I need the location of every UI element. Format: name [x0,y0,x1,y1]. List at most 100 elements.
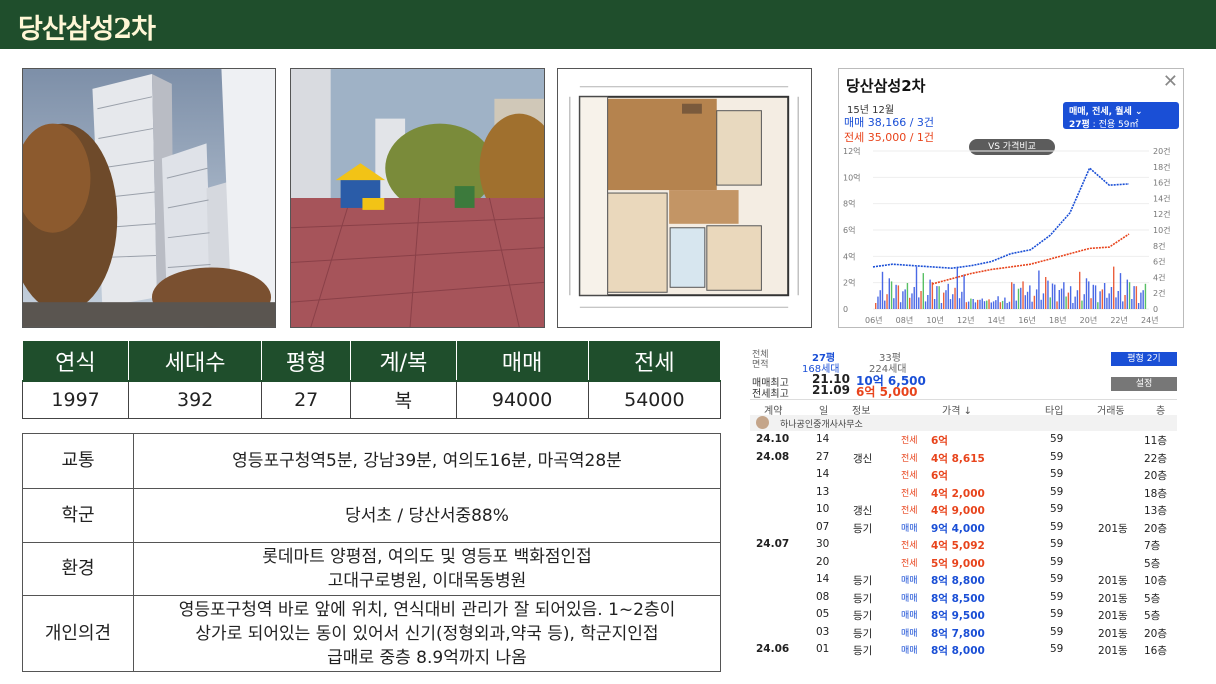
detail-key-opinion: 개인의견 [22,595,134,672]
volume-bar [1072,303,1074,309]
volume-bar [1119,273,1122,309]
filter-size: 27평 [1069,120,1090,130]
row-floor: 7층 [1144,540,1161,552]
volume-bar [1063,282,1065,309]
volume-bar [1015,300,1017,309]
settings-button[interactable]: 설정 [1111,377,1177,391]
volume-bar [1040,299,1042,309]
row-day: 03 [816,625,830,638]
row-tag: 등기 [853,592,873,605]
table-row[interactable]: 07 등기 매매 9억 4,000 59 201동 20층 [750,519,1177,537]
price-history-chart: 12억 10억 8억 6억 4억 2억 0 20건 18건 16건 14건 12건 10건 8건 6건 4건 2… [843,147,1171,325]
volume-bar [963,274,965,309]
row-tag: 갱신 [853,452,873,465]
volume-bar [1035,289,1038,309]
y-tick-label: 2억 [843,278,855,288]
row-day: 10 [816,503,830,515]
table-row[interactable]: 24.08 27 갱신 전세 4억 8,615 59 22층 [750,449,1177,467]
jeonse-price-line [931,233,1130,285]
table-row[interactable]: 20 전세 5억 9,000 59 5층 [750,554,1177,572]
volume-bar [909,297,911,309]
close-icon[interactable]: ✕ [1163,71,1178,92]
row-month: 24.08 [756,450,790,463]
volume-bar [961,291,963,309]
volume-bar [920,291,922,309]
detail-value-opinion: 영등포구청역 바로 앞에 위치, 연식대비 관리가 잘 되어있음. 1~2층이 … [133,595,721,672]
detail-value-environment: 롯데마트 양평점, 여의도 및 영등포 백화점인접 고대구로병원, 이대목동병원 [133,542,721,596]
row-day: 14 [816,468,830,480]
row-area: 59 [1050,433,1064,445]
page-header: 당산삼성2차 [0,0,1216,49]
volume-bar [899,302,902,309]
row-day: 14 [816,573,830,585]
volume-bar [970,298,972,309]
volume-bar [1133,286,1135,309]
row-dong: 201동 [1098,610,1128,622]
table-row[interactable]: 24.07 30 전세 4억 5,092 59 7층 [750,536,1177,554]
chevron-down-icon: ⌄ [1134,107,1143,117]
detail-line: 급매로 중층 8.9억까지 나옴 [327,647,527,668]
table-row[interactable]: 10 갱신 전세 4억 9,000 59 13층 [750,501,1177,519]
row-day: 14 [816,433,830,445]
table-row[interactable]: 08 등기 매매 8억 8,500 59 201동 5층 [750,589,1177,607]
row-floor: 5층 [1144,592,1161,605]
row-price: 6억 [931,435,948,447]
volume-bar [1006,303,1008,309]
row-price: 4억 8,615 [931,452,985,465]
avatar [756,416,769,429]
table-row[interactable]: 05 등기 매매 8억 9,500 59 201동 5층 [750,606,1177,624]
row-type: 전세 [901,541,918,551]
volume-bar [1013,283,1015,309]
volume-bar [979,299,981,309]
volume-bar [1017,288,1020,309]
volume-bar [895,284,897,309]
row-price: 8억 8,500 [931,592,985,605]
volume-bar [1008,301,1011,309]
volume-bar [922,273,924,309]
volume-bar [1144,283,1147,309]
volume-bar [1128,282,1131,309]
value-layout: 복 [350,380,457,419]
volume-bar [949,299,952,309]
volume-bar [1042,293,1045,309]
detail-line: 고대구로병원, 이대목동병원 [327,571,527,591]
table-row[interactable]: 14 등기 매매 8억 8,800 59 201동 10층 [750,571,1177,589]
row-type: 매매 [901,593,918,604]
table-row[interactable]: 24.10 14 전세 6억 59 11층 [750,431,1177,449]
x-tick-label: 12년 [957,315,975,325]
y2-tick-label: 2건 [1153,288,1165,298]
size-button[interactable]: 평형 2기 [1111,352,1177,366]
y2-tick-label: 6건 [1153,257,1165,267]
volume-bar [995,300,997,309]
volume-bar [1004,297,1006,309]
table-row[interactable]: 13 전세 4억 2,000 59 18층 [750,484,1177,502]
y2-tick-label: 12건 [1153,209,1171,219]
max-rent-label: 전세최고 [752,389,789,400]
volume-bar [947,283,949,309]
y-tick-label: 6억 [843,225,855,235]
header-year: 연식 [22,341,130,381]
row-price: 4억 9,000 [931,505,985,517]
table-row[interactable]: 14 전세 6억 59 20층 [750,466,1177,484]
y2-tick-label: 4건 [1153,272,1165,282]
volume-bar [981,298,983,309]
volume-bar [888,278,890,309]
volume-bar [1047,280,1049,309]
playground-photo [290,68,545,328]
volume-bar [1033,295,1036,309]
x-tick-label: 22년 [1110,315,1128,325]
row-day: 08 [816,590,830,603]
volume-bar [943,292,945,309]
y2-tick-label: 20건 [1153,147,1171,156]
volume-bar [1031,301,1033,309]
volume-bar [911,293,913,309]
table-row[interactable]: 03 등기 매매 8억 7,800 59 201동 20층 [750,624,1177,642]
y-tick-label: 0 [843,305,848,314]
header-size: 평형 [261,341,352,381]
row-floor: 5층 [1144,557,1161,570]
table-row[interactable]: 24.06 01 등기 매매 8억 8,000 59 201동 16층 [750,641,1177,659]
row-floor: 20층 [1144,522,1168,535]
chart-filter-dropdown[interactable]: 매매, 전세, 월세 ⌄ 27평 : 전용 59㎡ [1063,102,1179,130]
row-floor: 20층 [1144,470,1168,482]
volume-bar [940,303,943,309]
